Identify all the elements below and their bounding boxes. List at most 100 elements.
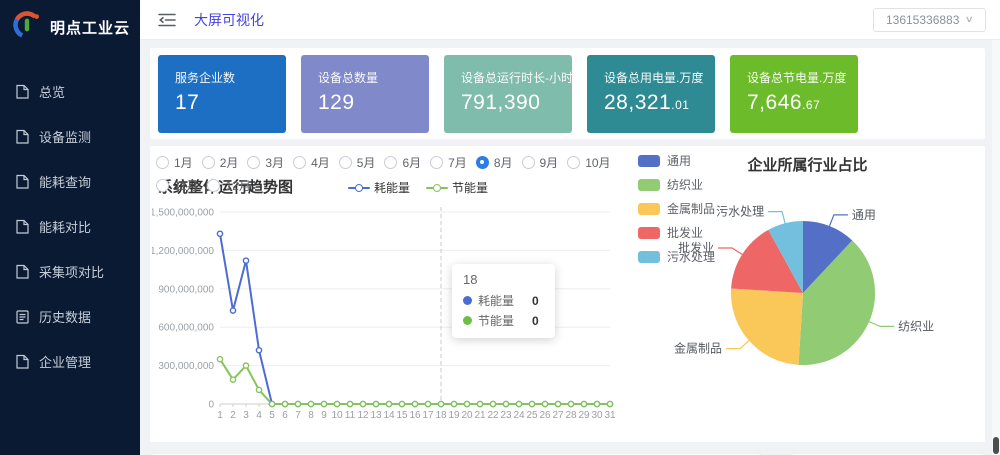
file-icon [16, 219, 29, 234]
svg-text:20: 20 [461, 410, 473, 421]
stat-card-2: 设备总运行时长-小时 791,390 [444, 55, 572, 133]
svg-text:31: 31 [604, 410, 616, 421]
month-radio-11月[interactable]: 11月 [156, 175, 198, 195]
pie-legend-item-金属制品[interactable]: 金属制品 [638, 200, 715, 217]
svg-text:300,000,000: 300,000,000 [158, 361, 214, 372]
month-radio-label: 7月 [448, 154, 467, 171]
svg-text:29: 29 [578, 410, 590, 421]
month-radio-12月[interactable]: 12月 [207, 175, 250, 195]
month-radio-label: 2月 [220, 154, 239, 171]
month-radio-8月[interactable]: 8月 [476, 152, 513, 172]
svg-text:27: 27 [552, 410, 564, 421]
month-radio-7月[interactable]: 7月 [430, 152, 467, 172]
month-radio-label: 3月 [265, 154, 284, 171]
app-title: 明点工业云 [50, 17, 130, 38]
month-radio-9月[interactable]: 9月 [522, 152, 559, 172]
sidebar-item-overview[interactable]: 总览 [0, 69, 140, 114]
month-radio-label: 9月 [540, 154, 559, 171]
svg-text:23: 23 [500, 410, 512, 421]
file-icon [16, 354, 29, 369]
radio-circle-icon [202, 156, 215, 169]
stat-card-value: 17 [175, 91, 286, 115]
svg-text:11: 11 [345, 410, 356, 421]
tooltip-series-name: 节能量 [478, 312, 514, 329]
stat-card-label: 设备总运行时长-小时 [461, 69, 572, 86]
breadcrumb[interactable]: 大屏可视化 [194, 10, 264, 30]
svg-text:1,200,000,000: 1,200,000,000 [152, 246, 214, 257]
month-radio-10月[interactable]: 10月 [567, 152, 610, 172]
pie-legend-label: 污水处理 [667, 248, 715, 265]
month-radio-label: 1月 [174, 154, 193, 171]
legend-swatch-icon [638, 203, 660, 215]
svg-text:5: 5 [269, 410, 275, 421]
user-dropdown[interactable]: 13615336883 ∨ [873, 8, 986, 32]
pie-legend-label: 批发业 [667, 224, 703, 241]
svg-text:28: 28 [565, 410, 577, 421]
file-icon [16, 129, 29, 144]
month-radio-label: 8月 [494, 154, 513, 171]
logo-gauge-icon [12, 10, 42, 45]
radio-circle-icon [156, 156, 169, 169]
svg-text:8: 8 [308, 410, 314, 421]
month-radio-1月[interactable]: 1月 [156, 152, 193, 172]
svg-text:18: 18 [435, 410, 447, 421]
svg-text:10: 10 [331, 410, 343, 421]
pie-legend-label: 纺织业 [667, 176, 703, 193]
pie-legend-label: 通用 [667, 152, 691, 169]
svg-text:26: 26 [539, 410, 551, 421]
chevron-down-icon: ∨ [965, 14, 974, 25]
month-radio-label: 4月 [311, 154, 330, 171]
app-root: 明点工业云 总览设备监测能耗查询能耗对比采集项对比历史数据企业管理 大屏可视化 … [0, 0, 1000, 455]
month-radio-label: 11月 [174, 177, 198, 194]
stat-card-value: 791,390 [461, 91, 572, 115]
tooltip-series-name: 耗能量 [478, 292, 514, 309]
stat-card-value: 7,646.67 [747, 91, 858, 115]
svg-text:污水处理: 污水处理 [716, 205, 764, 219]
radio-circle-icon [430, 156, 443, 169]
sidebar: 明点工业云 总览设备监测能耗查询能耗对比采集项对比历史数据企业管理 [0, 0, 140, 455]
sidebar-item-label: 采集项对比 [39, 262, 104, 281]
menu-fold-icon[interactable] [158, 13, 176, 27]
month-radio-label: 12月 [225, 177, 250, 194]
sidebar-item-enterprise-manage[interactable]: 企业管理 [0, 339, 140, 384]
pie-legend-item-污水处理[interactable]: 污水处理 [638, 248, 715, 265]
svg-text:纺织业: 纺织业 [898, 319, 934, 333]
svg-text:7: 7 [295, 410, 301, 421]
month-radio-2月[interactable]: 2月 [202, 152, 239, 172]
sidebar-item-label: 能耗查询 [39, 172, 91, 191]
pie-chart-section: 企业所属行业占比 通用纺织业金属制品批发业污水处理 通用纺织业金属制品批发业污水… [630, 146, 985, 442]
stat-card-label: 设备总节电量.万度 [747, 69, 858, 86]
sidebar-item-device-monitor[interactable]: 设备监测 [0, 114, 140, 159]
tooltip-rows: 耗能量0节能量0 [463, 292, 539, 329]
svg-text:13: 13 [370, 410, 382, 421]
month-radio-3月[interactable]: 3月 [247, 152, 284, 172]
stat-card-1: 设备总数量129 [301, 55, 429, 133]
svg-text:9: 9 [321, 410, 327, 421]
month-radio-label: 6月 [402, 154, 421, 171]
svg-text:12: 12 [357, 410, 369, 421]
svg-text:900,000,000: 900,000,000 [158, 284, 214, 295]
month-radio-6月[interactable]: 6月 [384, 152, 421, 172]
pie-legend-item-批发业[interactable]: 批发业 [638, 224, 715, 241]
month-radio-4月[interactable]: 4月 [293, 152, 330, 172]
sidebar-item-collection-compare[interactable]: 采集项对比 [0, 249, 140, 294]
file-icon [16, 174, 29, 189]
scrollbar-thumb[interactable] [993, 437, 999, 454]
month-radio-5月[interactable]: 5月 [339, 152, 376, 172]
svg-text:通用: 通用 [852, 208, 876, 222]
sidebar-item-label: 总览 [39, 82, 65, 101]
sidebar-item-history-data[interactable]: 历史数据 [0, 294, 140, 339]
svg-text:0: 0 [208, 400, 214, 411]
stat-card-label: 设备总数量 [318, 69, 429, 86]
sidebar-item-energy-compare[interactable]: 能耗对比 [0, 204, 140, 249]
stat-card-label: 服务企业数 [175, 69, 286, 86]
stat-card-3: 设备总用电量.万度28,321.01 [587, 55, 715, 133]
top-header: 大屏可视化 13615336883 ∨ [140, 0, 1000, 40]
pie-legend-label: 金属制品 [667, 200, 715, 217]
svg-text:4: 4 [256, 410, 262, 421]
chart-tooltip: 18 耗能量0节能量0 [452, 264, 555, 338]
page-scrollbar[interactable] [992, 40, 1000, 455]
sidebar-item-energy-query[interactable]: 能耗查询 [0, 159, 140, 204]
svg-text:17: 17 [422, 410, 434, 421]
radio-circle-icon [384, 156, 397, 169]
